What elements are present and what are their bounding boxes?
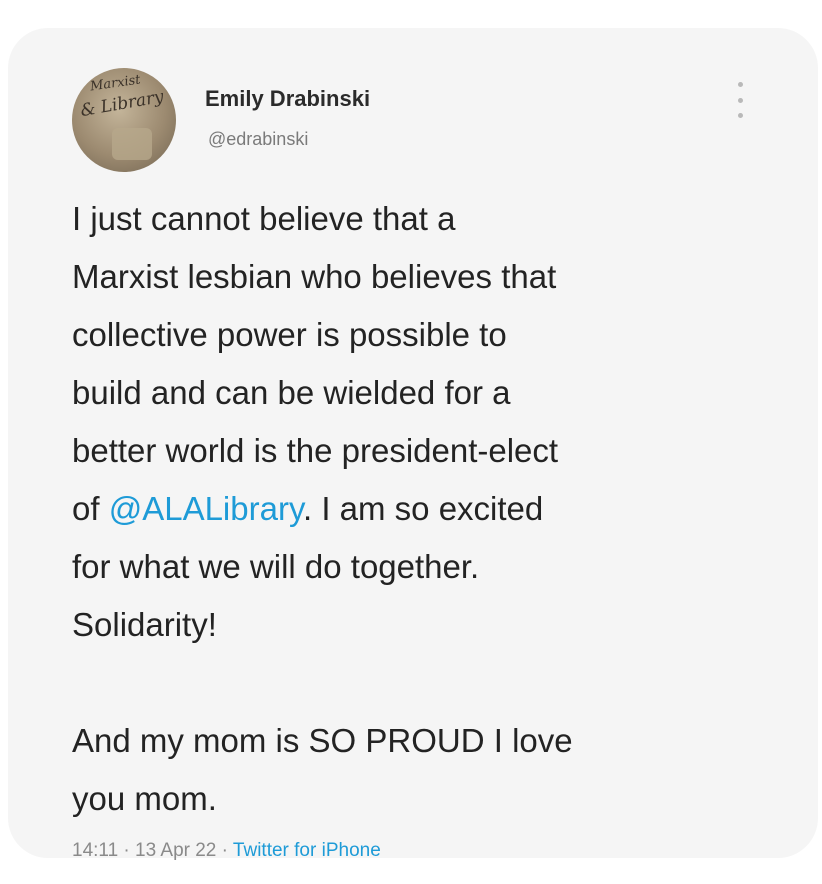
- avatar[interactable]: Marxist & Library: [72, 68, 176, 172]
- tweet-text-line: collective power is possible to: [72, 316, 507, 353]
- tweet-text-line: for what we will do together.: [72, 548, 480, 585]
- more-options-icon[interactable]: [732, 82, 748, 118]
- tweet-text: I just cannot believe that a Marxist les…: [72, 190, 772, 828]
- tweet-time[interactable]: 14:11: [72, 840, 118, 861]
- tweet-text-line: I just cannot believe that a: [72, 200, 456, 237]
- avatar-image-detail: [112, 128, 152, 160]
- more-dot: [737, 82, 743, 87]
- more-dot: [737, 113, 743, 118]
- tweet-card: Marxist & Library Emily Drabinski @edrab…: [8, 28, 818, 861]
- tweet-source[interactable]: Twitter for iPhone: [233, 840, 381, 861]
- mention-suffix: . I am so excited: [303, 490, 544, 527]
- more-dot: [737, 97, 743, 103]
- mention-prefix: of: [72, 490, 109, 527]
- author-display-name[interactable]: Emily Drabinski: [205, 86, 370, 112]
- tweet-text-line: Solidarity!: [72, 606, 217, 643]
- tweet-meta: 14:11 · 13 Apr 22 · Twitter for iPhone: [72, 840, 381, 862]
- tweet-text-line-with-mention: of @ALALibrary. I am so excited: [72, 480, 772, 538]
- author-handle[interactable]: @edrabinski: [208, 129, 308, 150]
- tweet-text-line: build and can be wielded for a: [72, 374, 511, 411]
- tweet-text-line: Marxist lesbian who believes that: [72, 258, 557, 295]
- meta-separator: ·: [123, 840, 130, 861]
- tweet-text-line: better world is the president-elect: [72, 432, 559, 469]
- meta-separator: ·: [221, 840, 228, 861]
- tweet-date[interactable]: 13 Apr 22: [135, 840, 216, 861]
- mention-link[interactable]: @ALALibrary: [109, 490, 303, 527]
- tweet-text-line: And my mom is SO PROUD I love: [72, 722, 573, 759]
- tweet-text-line: you mom.: [72, 780, 217, 817]
